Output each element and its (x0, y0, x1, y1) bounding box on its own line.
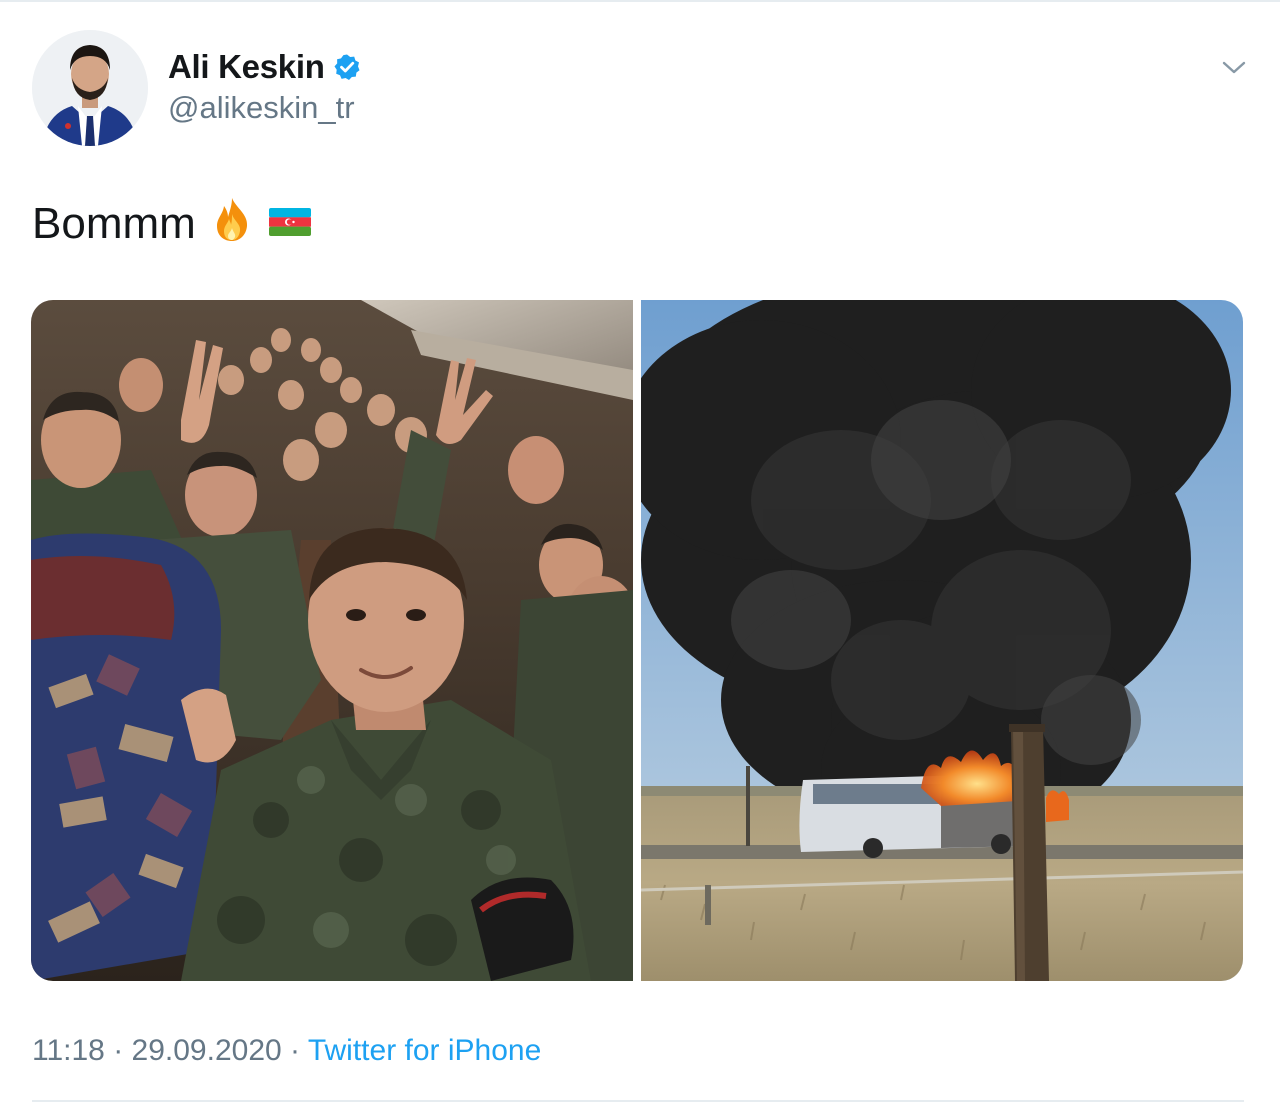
tweet-text-content: Bommm (32, 199, 196, 248)
meta-separator-2: · (290, 1034, 301, 1067)
meta-separator: · (113, 1034, 124, 1067)
verified-badge-icon (333, 53, 361, 81)
tweet-time[interactable]: 11:18 (32, 1034, 105, 1067)
tweet-meta: 11:18 · 29.09.2020 · Twitter for iPhone (32, 1034, 541, 1068)
photo-burning-bus-image (641, 300, 1243, 981)
avatar-image (32, 30, 148, 146)
photo-burning-bus[interactable] (641, 300, 1243, 981)
media-grid (31, 300, 1243, 981)
tweet-text: Bommm (32, 196, 312, 252)
tweet-source-link[interactable]: Twitter for iPhone (308, 1034, 541, 1067)
name-row: Ali Keskin (168, 46, 361, 88)
handle[interactable]: @alikeskin_tr (168, 90, 361, 126)
chevron-down-icon[interactable] (1218, 52, 1250, 84)
photo-soldiers-on-bus[interactable] (31, 300, 633, 981)
display-name[interactable]: Ali Keskin (168, 48, 325, 86)
tweet-date[interactable]: 29.09.2020 (132, 1034, 282, 1067)
azerbaijan-flag-icon (268, 199, 312, 249)
bottom-divider (32, 1100, 1244, 1102)
avatar[interactable] (32, 30, 148, 146)
fire-icon (212, 196, 252, 253)
top-divider (0, 0, 1280, 2)
author-info[interactable]: Ali Keskin @alikeskin_tr (168, 46, 361, 126)
photo-soldiers-on-bus-image (31, 300, 633, 981)
